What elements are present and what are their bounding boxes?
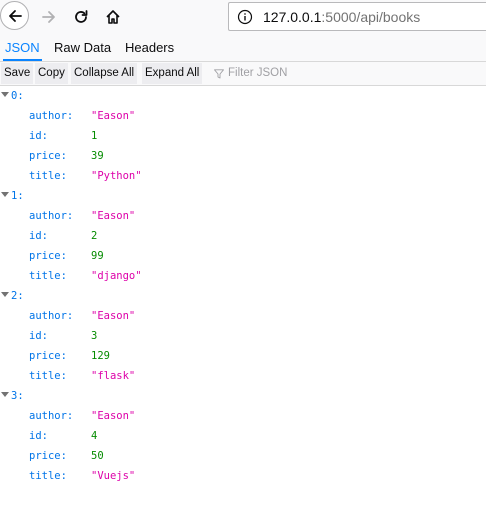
json-value: "Python" (91, 170, 142, 182)
json-index: 3: (11, 390, 24, 402)
json-key: title: (29, 370, 67, 382)
json-key: author: (29, 110, 74, 122)
json-value: "Eason" (91, 310, 136, 322)
home-button[interactable] (98, 2, 128, 32)
json-key: price: (29, 350, 67, 362)
url-path: :5000/api/books (321, 8, 421, 25)
arrow-left-icon (8, 9, 22, 22)
back-button[interactable] (0, 1, 29, 30)
url-host: 127.0.0.1 (263, 8, 322, 25)
json-value: 4 (91, 430, 98, 442)
json-key: id: (29, 330, 48, 342)
json-index: 0: (11, 90, 24, 102)
json-value: 3 (91, 330, 98, 342)
viewer-tabs: JSON Raw Data Headers (0, 34, 486, 62)
json-key: title: (29, 170, 67, 182)
json-value: "Vuejs" (91, 470, 136, 482)
json-value: "Eason" (91, 210, 136, 222)
json-key: price: (29, 450, 67, 462)
json-value: 50 (91, 450, 104, 462)
json-index: 1: (11, 190, 24, 202)
json-key: author: (29, 210, 74, 222)
expand-arrow-icon[interactable] (1, 92, 9, 97)
reload-button[interactable] (66, 2, 96, 32)
json-object-row[interactable]: 0: (0, 86, 486, 106)
expand-all-button[interactable]: Expand All (142, 63, 203, 84)
tab-headers[interactable]: Headers (123, 34, 176, 61)
json-key: title: (29, 270, 67, 282)
json-value: 1 (91, 130, 98, 142)
json-value: 129 (91, 350, 110, 362)
json-value: "Eason" (91, 110, 136, 122)
json-index: 2: (11, 290, 24, 302)
json-value: 99 (91, 250, 104, 262)
json-key: author: (29, 410, 74, 422)
json-key: title: (29, 470, 67, 482)
tab-json[interactable]: JSON (3, 34, 42, 61)
browser-toolbar: 127.0.0.1:5000/api/books (0, 0, 486, 34)
json-key: id: (29, 130, 48, 142)
expand-arrow-icon[interactable] (1, 192, 9, 197)
forward-button[interactable] (34, 2, 64, 32)
reload-icon (75, 10, 88, 23)
json-value: 2 (91, 230, 98, 242)
filter-input[interactable]: Filter JSON (214, 63, 287, 84)
json-toolbar: Save Copy Collapse All Expand All Filter… (0, 62, 486, 86)
arrow-right-icon (42, 11, 55, 23)
address-bar[interactable]: 127.0.0.1:5000/api/books (228, 2, 486, 31)
info-icon[interactable] (237, 9, 253, 25)
home-icon (106, 10, 120, 24)
expand-arrow-icon[interactable] (1, 392, 9, 397)
json-object-row[interactable]: 2: (0, 286, 486, 306)
json-key: id: (29, 230, 48, 242)
json-key: price: (29, 250, 67, 262)
filter-placeholder: Filter JSON (228, 67, 288, 79)
filter-icon (214, 68, 224, 78)
collapse-all-button[interactable]: Collapse All (71, 63, 138, 84)
json-value: "flask" (91, 370, 136, 382)
json-key: author: (29, 310, 74, 322)
json-key: id: (29, 430, 48, 442)
json-object-row[interactable]: 1: (0, 186, 486, 206)
tab-raw-data[interactable]: Raw Data (52, 34, 113, 61)
json-value: 39 (91, 150, 104, 162)
url-text[interactable]: 127.0.0.1:5000/api/books (263, 9, 420, 25)
json-key: price: (29, 150, 67, 162)
expand-arrow-icon[interactable] (1, 292, 9, 297)
json-value: "Eason" (91, 410, 136, 422)
json-object-row[interactable]: 3: (0, 386, 486, 406)
save-button[interactable]: Save (1, 63, 34, 84)
json-value: "django" (91, 270, 142, 282)
copy-button[interactable]: Copy (35, 63, 68, 84)
